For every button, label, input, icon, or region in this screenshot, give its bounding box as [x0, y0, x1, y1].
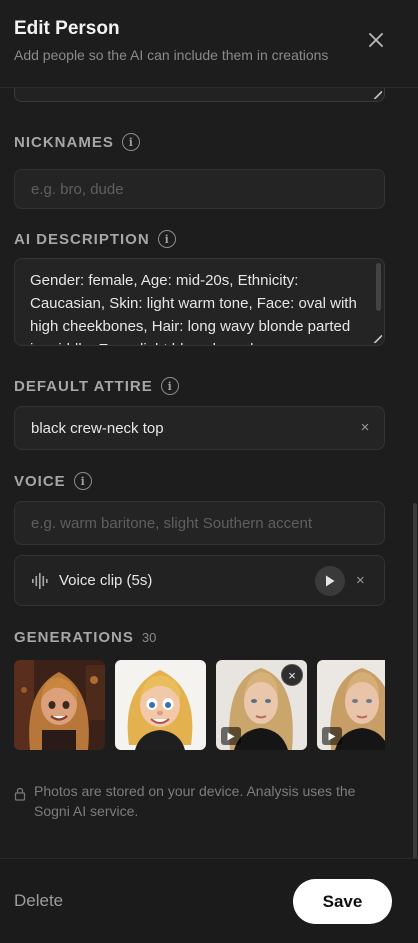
- voice-clip-label: Voice clip (5s): [59, 572, 153, 589]
- generation-thumbnail[interactable]: ×: [216, 660, 307, 750]
- generations-strip[interactable]: ×: [14, 660, 385, 750]
- generation-thumbnail[interactable]: [317, 660, 385, 750]
- dialog-title: Edit Person: [14, 18, 120, 39]
- remove-voice-clip-button[interactable]: ×: [356, 572, 365, 589]
- ai-description-label: AI DESCRIPTION: [14, 230, 150, 248]
- dialog-header: Edit Person Add people so the AI can inc…: [0, 0, 418, 88]
- privacy-note: Photos are stored on your device. Analys…: [14, 781, 384, 821]
- delete-button[interactable]: Delete: [14, 891, 63, 911]
- panel-scrollbar[interactable]: [412, 88, 418, 943]
- textarea-scrollbar[interactable]: [376, 263, 381, 311]
- generations-count: 30: [141, 630, 157, 645]
- nicknames-label-row: NICKNAMES i: [14, 133, 140, 151]
- close-icon[interactable]: [366, 30, 386, 50]
- voice-label: VOICE: [14, 472, 66, 490]
- dialog-subtitle: Add people so the AI can include them in…: [14, 47, 329, 63]
- generations-label-row: GENERATIONS 30: [14, 629, 156, 646]
- save-button[interactable]: Save: [293, 879, 392, 924]
- clear-icon[interactable]: ×: [358, 420, 372, 435]
- play-button[interactable]: [315, 566, 345, 596]
- waveform-icon: [32, 573, 48, 589]
- nicknames-placeholder: e.g. bro, dude: [31, 180, 124, 198]
- default-attire-value: black crew-neck top: [31, 419, 164, 437]
- resize-handle-icon[interactable]: [374, 335, 382, 343]
- resize-handle-icon[interactable]: [374, 91, 382, 99]
- default-attire-label: DEFAULT ATTIRE: [14, 377, 153, 395]
- generations-label: GENERATIONS: [14, 629, 134, 646]
- dialog-footer: Delete Save: [0, 858, 418, 943]
- lock-icon: [14, 787, 26, 801]
- info-icon[interactable]: i: [73, 472, 92, 490]
- nicknames-label: NICKNAMES: [14, 133, 114, 151]
- privacy-text: Photos are stored on your device. Analys…: [34, 783, 356, 819]
- info-icon[interactable]: i: [160, 377, 179, 395]
- ai-description-label-row: AI DESCRIPTION i: [14, 230, 176, 248]
- previous-textarea[interactable]: [14, 88, 385, 102]
- video-icon: [221, 727, 241, 745]
- play-icon: [326, 575, 335, 587]
- info-icon[interactable]: i: [157, 230, 176, 248]
- info-icon[interactable]: i: [121, 133, 140, 151]
- generation-thumbnail[interactable]: [14, 660, 105, 750]
- voice-input[interactable]: e.g. warm baritone, slight Southern acce…: [14, 501, 385, 545]
- default-attire-label-row: DEFAULT ATTIRE i: [14, 377, 179, 395]
- voice-placeholder: e.g. warm baritone, slight Southern acce…: [31, 514, 312, 532]
- voice-clip: Voice clip (5s) ×: [14, 555, 385, 606]
- remove-generation-button[interactable]: ×: [281, 664, 303, 686]
- ai-description-textarea[interactable]: Gender: female, Age: mid-20s, Ethnicity:…: [14, 258, 385, 346]
- default-attire-input[interactable]: black crew-neck top ×: [14, 406, 385, 450]
- video-icon: [322, 727, 342, 745]
- generation-thumbnail[interactable]: [115, 660, 206, 750]
- form-content[interactable]: NICKNAMES i e.g. bro, dude AI DESCRIPTIO…: [0, 88, 418, 858]
- nicknames-input[interactable]: e.g. bro, dude: [14, 169, 385, 209]
- ai-description-text: Gender: female, Age: mid-20s, Ethnicity:…: [30, 272, 357, 345]
- voice-label-row: VOICE i: [14, 472, 92, 490]
